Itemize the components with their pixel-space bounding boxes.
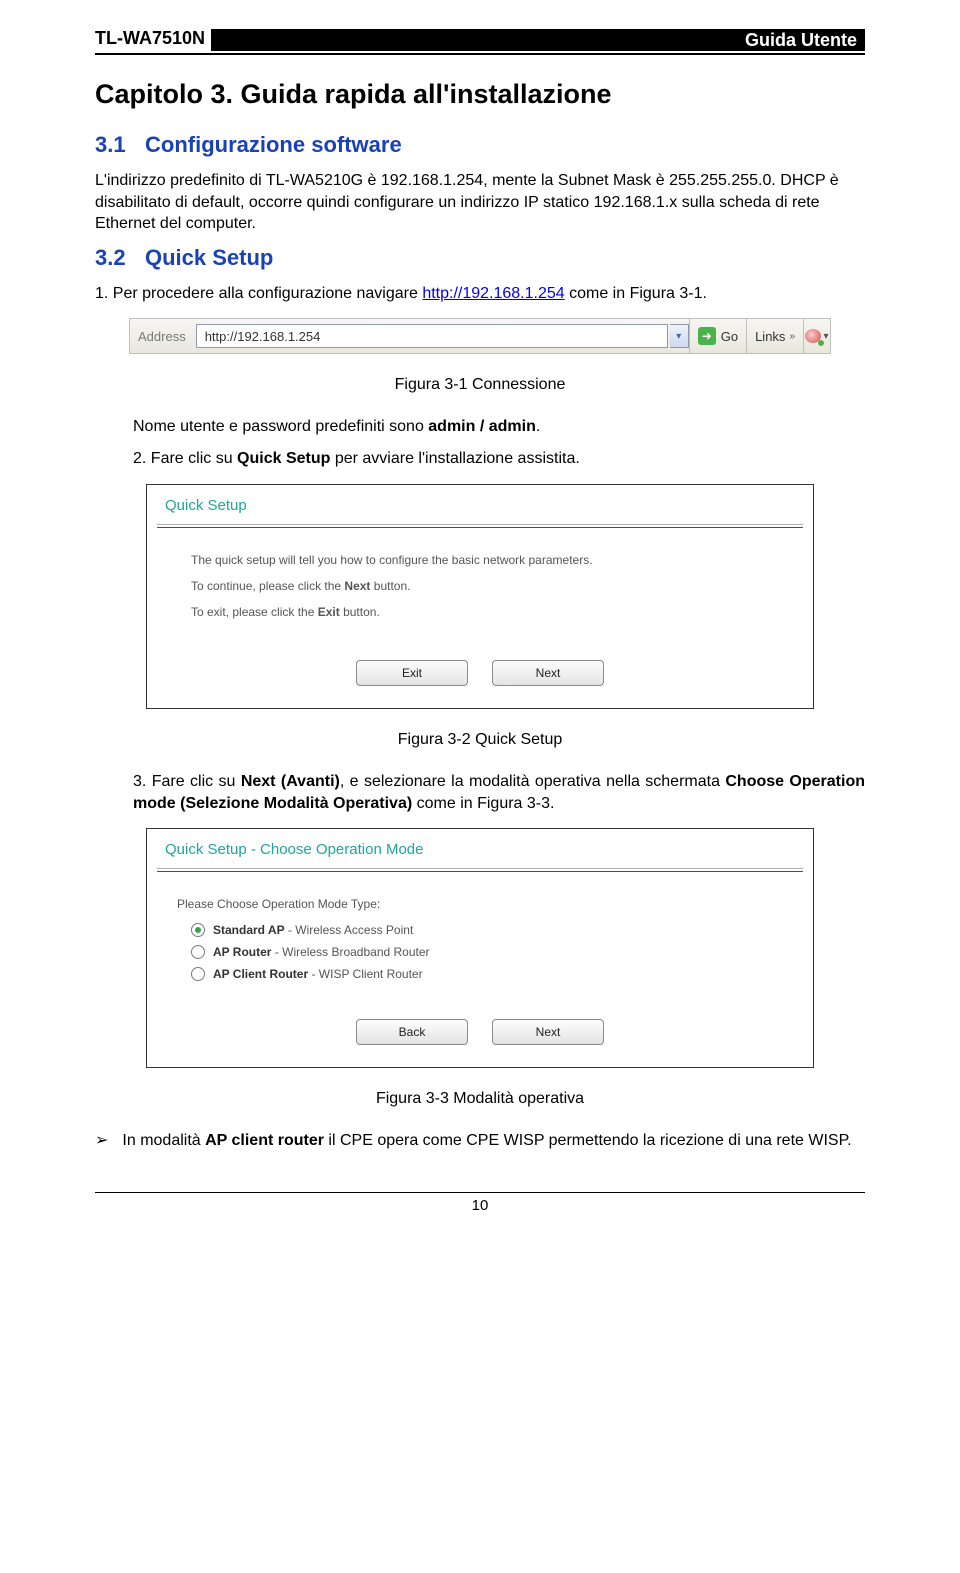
mode-name: Standard AP: [213, 923, 285, 937]
address-dropdown[interactable]: ▾: [670, 324, 689, 348]
address-input[interactable]: http://192.168.1.254: [196, 324, 668, 348]
section-3-2-title: 3.2Quick Setup: [95, 245, 865, 271]
figure-3-3-caption: Figura 3-3 Modalità operativa: [95, 1090, 865, 1108]
config-url-link[interactable]: http://192.168.1.254: [422, 285, 564, 302]
go-button[interactable]: ➜ Go: [689, 319, 746, 353]
mode-prompt: Please Choose Operation Mode Type:: [177, 896, 795, 912]
mode-desc: - WISP Client Router: [308, 967, 422, 981]
figure-3-2-caption: Figura 3-2 Quick Setup: [95, 731, 865, 749]
header-bar: Guida Utente: [211, 29, 865, 51]
mode-name: AP Router: [213, 945, 271, 959]
mode-desc: - Wireless Access Point: [285, 923, 414, 937]
mode-desc: - Wireless Broadband Router: [271, 945, 429, 959]
go-arrow-icon: ➜: [698, 327, 716, 345]
next-button[interactable]: Next: [492, 660, 604, 686]
page-number: 10: [95, 1192, 865, 1214]
section-3-2-num: 3.2: [95, 245, 145, 271]
mode-radio-row[interactable]: AP Router - Wireless Broadband Router: [191, 945, 795, 959]
section-3-1-title: 3.1Configurazione software: [95, 132, 865, 158]
qs-line-2: To continue, please click the Next butto…: [191, 578, 795, 594]
go-label: Go: [721, 329, 738, 344]
section-3-1-paragraph: L'indirizzo predefinito di TL-WA5210G è …: [95, 170, 865, 235]
doc-type-label: Guida Utente: [745, 30, 857, 51]
figure-3-3-panel: Quick Setup - Choose Operation Mode Plea…: [146, 828, 814, 1067]
step-2: 2. Fare clic su Quick Setup per avviare …: [133, 448, 865, 470]
mode-radio-row[interactable]: Standard AP - Wireless Access Point: [191, 923, 795, 937]
links-button[interactable]: Links »: [746, 319, 803, 353]
footer-note: In modalità AP client router il CPE oper…: [122, 1130, 851, 1152]
quick-setup-title: Quick Setup: [147, 485, 813, 524]
doc-header: TL-WA7510N Guida Utente: [95, 28, 865, 51]
step-1: 1. Per procedere alla configurazione nav…: [95, 283, 865, 305]
exit-button[interactable]: Exit: [356, 660, 468, 686]
section-3-1-num: 3.1: [95, 132, 145, 158]
radio-icon: [191, 945, 205, 959]
next-button-mode[interactable]: Next: [492, 1019, 604, 1045]
mode-radio-row[interactable]: AP Client Router - WISP Client Router: [191, 967, 795, 981]
credentials-line: Nome utente e password predefiniti sono …: [133, 416, 865, 438]
header-divider: [95, 53, 865, 55]
mode-name: AP Client Router: [213, 967, 308, 981]
choose-mode-title: Quick Setup - Choose Operation Mode: [147, 829, 813, 868]
step-3: 3. Fare clic su Next (Avanti), e selezio…: [133, 771, 865, 814]
address-label: Address: [130, 329, 194, 344]
chevron-right-icon: »: [789, 331, 795, 342]
model-label: TL-WA7510N: [95, 28, 205, 51]
figure-3-2-panel: Quick Setup The quick setup will tell yo…: [146, 484, 814, 710]
links-label: Links: [755, 329, 785, 344]
section-3-1-name: Configurazione software: [145, 132, 402, 157]
chevron-down-icon: ▾: [823, 331, 828, 342]
chapter-title: Capitolo 3. Guida rapida all'installazio…: [95, 79, 865, 110]
figure-3-1-caption: Figura 3-1 Connessione: [95, 376, 865, 394]
popup-blocker-button[interactable]: ▾: [803, 319, 830, 353]
radio-icon: [191, 967, 205, 981]
popup-blocker-icon: [805, 329, 821, 343]
section-3-2-name: Quick Setup: [145, 245, 273, 270]
radio-icon: [191, 923, 205, 937]
bullet-arrow-icon: ➢: [95, 1130, 108, 1152]
figure-3-1-addressbar: Address http://192.168.1.254 ▾ ➜ Go Link…: [129, 318, 831, 354]
qs-line-1: The quick setup will tell you how to con…: [191, 552, 795, 568]
back-button[interactable]: Back: [356, 1019, 468, 1045]
qs-line-3: To exit, please click the Exit button.: [191, 604, 795, 620]
